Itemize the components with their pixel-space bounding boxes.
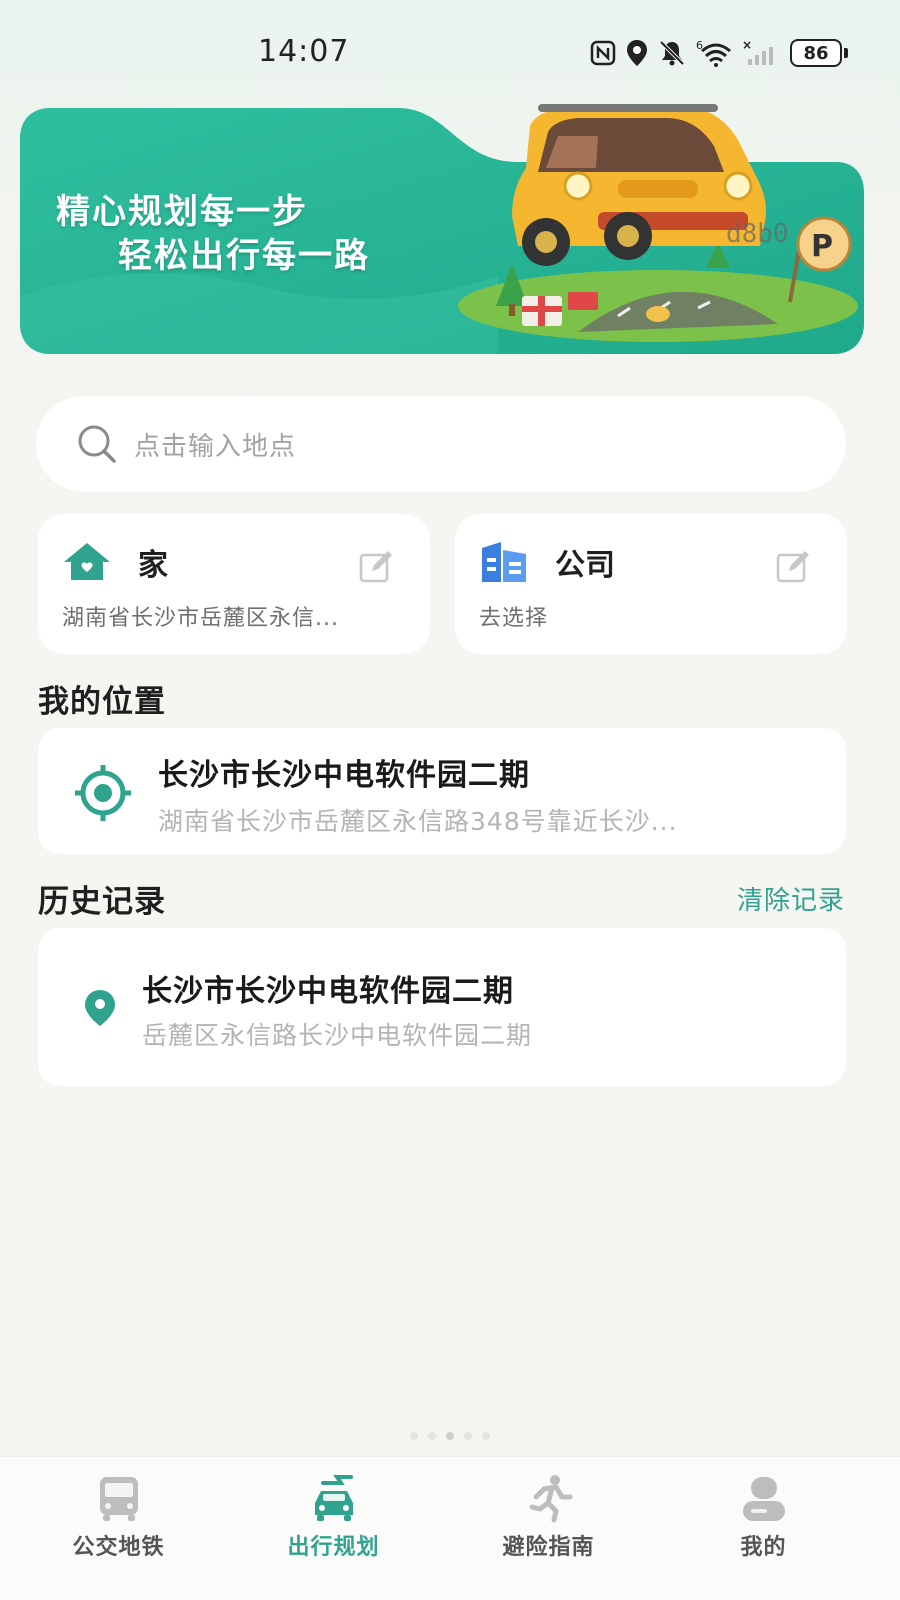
locate-target-icon <box>72 762 134 824</box>
my-location-address: 湖南省长沙市岳麓区永信路348号靠近长沙... <box>158 807 678 836</box>
nav-label-profile: 我的 <box>740 1535 787 1560</box>
page-dot-active <box>446 1432 454 1440</box>
company-shortcut-card[interactable]: 公司 去选择 <box>455 514 847 654</box>
banner-headline-2: 轻松出行每一路 <box>118 236 370 276</box>
location-pin-icon <box>82 988 118 1028</box>
search-input[interactable]: 点击输入地点 <box>36 396 846 492</box>
home-label: 家 <box>138 548 168 583</box>
page-dot <box>410 1432 418 1440</box>
search-placeholder: 点击输入地点 <box>134 431 297 462</box>
history-heading: 历史记录 <box>38 884 166 920</box>
nav-label-bus-metro: 公交地铁 <box>72 1535 165 1560</box>
nav-tab-trip-planning[interactable]: 出行规划 <box>221 1457 446 1600</box>
status-icons: 6 × 86 <box>590 36 848 70</box>
page-dot <box>464 1432 472 1440</box>
nav-tab-bus-metro[interactable]: 公交地铁 <box>6 1457 231 1600</box>
svg-text:P: P <box>811 229 833 264</box>
clear-history-link[interactable]: 清除记录 <box>737 880 845 917</box>
nav-label-safety-guide: 避险指南 <box>502 1535 595 1560</box>
battery-level: 86 <box>790 39 842 67</box>
home-shortcut-card[interactable]: 家 湖南省长沙市岳麓区永信... <box>38 514 430 654</box>
svg-text:×: × <box>742 39 752 52</box>
profile-icon <box>742 1477 785 1521</box>
signal-icon: × <box>742 39 773 65</box>
home-icon <box>64 543 110 580</box>
nfc-icon <box>590 40 616 66</box>
search-icon <box>76 423 118 465</box>
history-item-title: 长沙市长沙中电软件园二期 <box>142 974 514 1009</box>
company-building-icon <box>482 542 526 582</box>
history-item[interactable]: 长沙市长沙中电软件园二期 岳麓区永信路长沙中电软件园二期 <box>38 928 846 1086</box>
wifi-icon: 6 <box>696 39 731 67</box>
running-person-icon <box>529 1475 572 1523</box>
nav-label-trip-planning: 出行规划 <box>287 1535 380 1560</box>
my-location-title: 长沙市长沙中电软件园二期 <box>158 758 530 793</box>
page-dot <box>482 1432 490 1440</box>
edit-home-icon[interactable] <box>358 548 394 584</box>
promo-banner[interactable]: P d8b0 精心规划每一步 轻松出行每一路 <box>18 96 866 358</box>
page-indicator <box>0 1432 900 1440</box>
home-address: 湖南省长沙市岳麓区永信... <box>62 606 339 631</box>
page-dot <box>428 1432 436 1440</box>
nav-tab-profile[interactable]: 我的 <box>651 1457 876 1600</box>
svg-text:d8b0: d8b0 <box>726 219 789 249</box>
nav-tab-safety-guide[interactable]: 避险指南 <box>436 1457 661 1600</box>
trip-planning-page: 14:07 6 × 86 P d8b0 精心规划每一步 轻松出行每一路 点击输入… <box>0 0 900 1600</box>
bottom-navigation: 公交地铁 出行规划 避险指南 我的 <box>0 1456 900 1600</box>
battery-icon: 86 <box>790 39 848 67</box>
my-location-card[interactable]: 长沙市长沙中电软件园二期 湖南省长沙市岳麓区永信路348号靠近长沙... <box>38 728 846 854</box>
banner-headline-1: 精心规划每一步 <box>56 192 308 232</box>
company-label: 公司 <box>555 548 615 583</box>
status-time: 14:07 <box>258 34 350 69</box>
mute-icon <box>659 40 685 66</box>
history-item-address: 岳麓区永信路长沙中电软件园二期 <box>142 1021 533 1050</box>
my-location-heading: 我的位置 <box>38 684 166 720</box>
car-plan-icon <box>314 1475 353 1521</box>
edit-company-icon[interactable] <box>775 548 811 584</box>
company-address: 去选择 <box>479 606 549 631</box>
status-bar: 14:07 6 × 86 <box>0 0 900 100</box>
location-icon <box>627 40 647 66</box>
bus-icon <box>99 1477 138 1521</box>
